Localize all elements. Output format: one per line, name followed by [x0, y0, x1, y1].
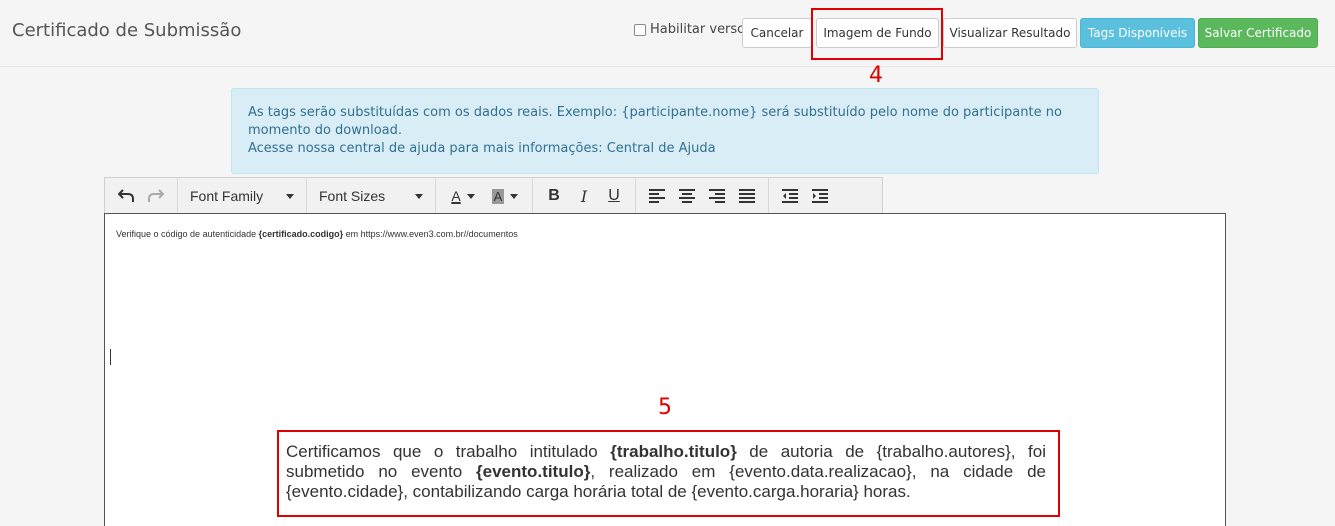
- marker-4: 4: [869, 63, 883, 88]
- verify-suffix: em https://www.even3.com.br//documentos: [343, 229, 518, 239]
- page-title: Certificado de Submissão: [12, 20, 242, 41]
- align-right-icon[interactable]: [702, 182, 732, 210]
- alert-line-1: As tags serão substituídas com os dados …: [248, 105, 1062, 138]
- indent-group: [769, 178, 841, 214]
- align-justify-icon[interactable]: [732, 182, 762, 210]
- font-size-select[interactable]: Font Sizes: [313, 182, 429, 210]
- verify-text: Verifique o código de autenticidade {cer…: [116, 229, 518, 239]
- tags-button[interactable]: Tags Disponíveis: [1080, 18, 1195, 48]
- editor-toolbar: Font Family Font Sizes A A B I U: [104, 177, 883, 214]
- background-color-icon[interactable]: A: [484, 182, 526, 210]
- history-group: [105, 178, 178, 214]
- verify-tag: {certificado.codigo}: [258, 229, 344, 239]
- font-size-group: Font Sizes: [307, 178, 436, 214]
- indent-icon[interactable]: [805, 182, 835, 210]
- preview-button[interactable]: Visualizar Resultado: [943, 18, 1077, 48]
- info-alert: As tags serão substituídas com os dados …: [231, 88, 1099, 174]
- bold-icon[interactable]: B: [539, 182, 569, 210]
- font-family-group: Font Family: [178, 178, 307, 214]
- save-button[interactable]: Salvar Certificado: [1198, 18, 1318, 48]
- highlight-box-5: [277, 430, 1060, 517]
- help-center-link[interactable]: Central de Ajuda: [607, 141, 716, 156]
- verso-checkbox[interactable]: [634, 23, 646, 36]
- align-center-icon[interactable]: [672, 182, 702, 210]
- cancel-button[interactable]: Cancelar: [742, 18, 812, 48]
- alert-line-2: Acesse nossa central de ajuda para mais …: [248, 140, 1082, 158]
- font-family-select[interactable]: Font Family: [184, 182, 300, 210]
- align-group: [636, 178, 769, 214]
- underline-icon[interactable]: U: [599, 182, 629, 210]
- verify-prefix: Verifique o código de autenticidade: [116, 229, 259, 239]
- font-size-label: Font Sizes: [319, 188, 386, 204]
- page-header: Certificado de Submissão Habilitar verso…: [0, 0, 1335, 67]
- italic-icon[interactable]: I: [569, 182, 599, 210]
- highlight-box-4: [811, 8, 943, 60]
- style-group: B I U: [533, 178, 636, 214]
- redo-icon[interactable]: [141, 182, 171, 210]
- align-left-icon[interactable]: [642, 182, 672, 210]
- alert-line-2-text: Acesse nossa central de ajuda para mais …: [248, 141, 607, 156]
- marker-5: 5: [658, 395, 672, 420]
- text-cursor: [110, 349, 111, 365]
- verso-label: Habilitar verso: [650, 22, 746, 37]
- color-group: A A: [436, 178, 533, 214]
- undo-icon[interactable]: [111, 182, 141, 210]
- outdent-icon[interactable]: [775, 182, 805, 210]
- chevron-down-icon: [415, 193, 423, 199]
- text-color-icon[interactable]: A: [442, 182, 484, 210]
- chevron-down-icon: [286, 193, 294, 199]
- verso-toggle[interactable]: Habilitar verso: [634, 22, 745, 37]
- font-family-label: Font Family: [190, 188, 264, 204]
